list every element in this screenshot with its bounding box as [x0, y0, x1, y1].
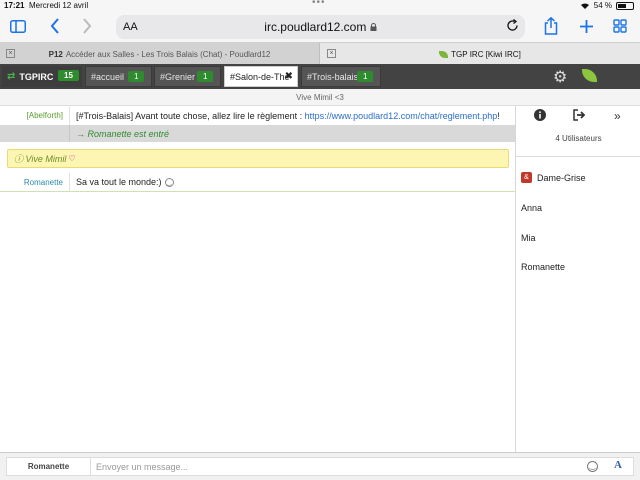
user-name: Anna — [521, 203, 543, 213]
chevron-right-icon[interactable] — [78, 16, 96, 36]
channel-topic: Vive Mimil <3 — [0, 89, 640, 106]
kiwi-favicon-icon — [439, 50, 449, 58]
chevron-left-icon[interactable] — [46, 16, 64, 36]
join-text: → Romanette est entré — [76, 128, 170, 139]
user-count: 4 Utilisateurs — [555, 134, 602, 143]
user-item-anna[interactable]: Anna — [521, 203, 542, 213]
browser-tab-kiwi[interactable]: × TGP IRC [Kiwi IRC] — [320, 43, 640, 65]
highlight-text: ⓘ Vive Mimil — [14, 154, 67, 164]
user-name: Mia — [521, 233, 536, 243]
message-input[interactable] — [91, 457, 634, 476]
channel-label: #accueil — [91, 71, 125, 82]
kiwi-channel-bar: ⇄ TGPIRC 15 #accueil 1 #Grenier 1 #Salon… — [0, 64, 640, 89]
channel-label: #Grenier — [160, 71, 196, 82]
status-date: Mercredi 12 avril — [29, 1, 89, 10]
multitask-dots-icon[interactable]: ••• — [312, 0, 326, 8]
user-item-mia[interactable]: Mia — [521, 233, 536, 243]
poudlard-favicon: P12 — [48, 49, 63, 59]
battery-percent: 54 % — [593, 1, 612, 10]
status-time: 17:21 — [4, 1, 25, 10]
browser-tab-poudlard[interactable]: × P12 Accéder aux Salles - Les Trois Bal… — [0, 43, 320, 65]
close-tab-icon[interactable]: × — [327, 49, 336, 58]
input-bar: Romanette ‿ A — [0, 452, 640, 480]
message-text: Sa va tout le monde:) ‿ — [70, 173, 174, 191]
rules-link[interactable]: https://www.poudlard12.com/chat/reglemen… — [305, 111, 498, 121]
message-row: Romanette Sa va tout le monde:) ‿ — [0, 173, 515, 192]
channel-label: #Salon-de-The — [230, 71, 290, 82]
address-bar[interactable]: AA irc.poudlard12.com — [116, 15, 525, 39]
user-list-panel: » 4 Utilisateurs & Dame-Grise Anna Mia R… — [515, 106, 640, 452]
channel-label: #Trois-balais — [307, 71, 359, 82]
status-bar: 17:21 Mercredi 12 avril ••• 54 % — [0, 0, 640, 12]
url-text: irc.poudlard12.com — [116, 20, 525, 34]
divider — [516, 156, 640, 157]
message-nick[interactable]: Romanette — [0, 173, 70, 191]
double-chevron-right-icon[interactable]: » — [614, 109, 621, 123]
tab-accueil[interactable]: #accueil 1 — [85, 66, 152, 87]
lock-icon — [370, 23, 377, 31]
status-right: 54 % — [580, 1, 634, 10]
unread-badge: 1 — [197, 71, 214, 82]
op-badge: & — [521, 172, 532, 183]
current-nick-button[interactable]: Romanette — [6, 457, 91, 476]
heart-icon: ♡ — [68, 154, 76, 163]
browser-tab-title: TGP IRC [Kiwi IRC] — [451, 49, 521, 59]
leave-icon[interactable] — [573, 109, 586, 124]
tabs-grid-icon[interactable] — [610, 16, 630, 36]
message-text: [#Trois-Balais] Avant toute chose, allez… — [76, 110, 500, 121]
close-channel-icon[interactable]: ✖ — [285, 71, 293, 82]
message-row: [Abelforth] [#Trois-Balais] Avant toute … — [0, 106, 515, 125]
smiley-icon: ‿ — [164, 177, 174, 187]
user-name: Romanette — [521, 262, 566, 272]
join-row: → Romanette est entré — [0, 125, 515, 142]
highlight-message: ⓘ Vive Mimil ♡ — [7, 149, 509, 168]
gears-icon[interactable]: ⚙ — [553, 67, 567, 87]
plus-icon[interactable] — [576, 16, 596, 36]
network-count-badge: 15 — [58, 70, 79, 81]
browser-tab-title: Accéder aux Salles - Les Trois Balais (C… — [65, 49, 271, 59]
tab-salon-de-the[interactable]: #Salon-de-The ✖ — [224, 66, 298, 87]
tab-grenier[interactable]: #Grenier 1 — [154, 66, 221, 87]
network-arrows-icon: ⇄ — [7, 71, 16, 82]
info-icon[interactable] — [534, 109, 546, 124]
battery-icon — [616, 1, 634, 10]
wifi-icon — [580, 3, 589, 9]
network-label: TGPIRC — [19, 71, 54, 82]
safari-toolbar: AA irc.poudlard12.com — [0, 12, 640, 42]
unread-badge: 1 — [128, 71, 145, 82]
message-list[interactable]: [Abelforth] [#Trois-Balais] Avant toute … — [0, 106, 515, 452]
message-nick — [0, 125, 70, 142]
message-nick[interactable]: [Abelforth] — [0, 106, 70, 125]
sidebar-icon[interactable] — [8, 16, 28, 36]
network-tab[interactable]: ⇄ TGPIRC 15 — [2, 66, 82, 87]
tab-trois-balais[interactable]: #Trois-balais 1 — [301, 66, 381, 87]
close-tab-icon[interactable]: × — [6, 49, 15, 58]
user-list-toolbar: » — [516, 106, 640, 128]
unread-badge: 1 — [357, 71, 374, 82]
browser-tab-strip: × P12 Accéder aux Salles - Les Trois Bal… — [0, 42, 640, 65]
format-text-icon[interactable]: A — [614, 459, 622, 471]
user-item-dame-grise[interactable]: & Dame-Grise — [521, 172, 586, 183]
reload-icon[interactable] — [506, 18, 519, 37]
user-item-romanette[interactable]: Romanette — [521, 262, 565, 272]
emoji-icon[interactable]: ‿ — [587, 461, 598, 472]
user-name: Dame-Grise — [537, 172, 586, 183]
share-icon[interactable] — [541, 16, 561, 36]
